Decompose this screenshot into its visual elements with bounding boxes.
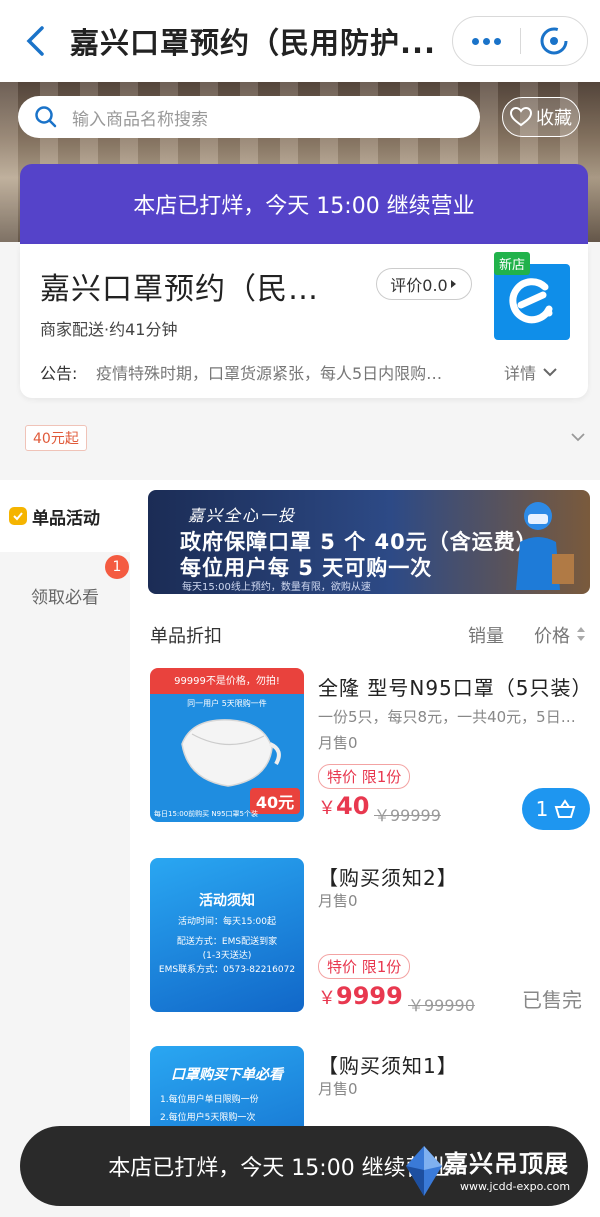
sort-arrows-icon [576, 627, 585, 641]
list-header: 单品折扣 销量 价格 [150, 622, 590, 652]
delivery-info: 商家配送·约41分钟 [40, 320, 178, 339]
shop-name: 嘉兴口罩预约（民… [40, 272, 319, 307]
more-dots-icon [472, 37, 479, 45]
price-value: 40 [336, 792, 370, 820]
promo-banner[interactable]: 嘉兴全心一投 政府保障口罩 5 个 40元（含运费） 每位用户每 5 天可购一次… [148, 490, 590, 594]
min-order-row: 40元起 [0, 410, 600, 468]
more-dots-icon [483, 37, 490, 45]
watermark-text: 嘉兴吊顶展 [444, 1150, 569, 1178]
discount-tag: 特价 限1份 [318, 954, 411, 979]
mask-icon [181, 719, 281, 787]
product-image: 99999不是价格，勿拍! 同一用户 5天限购一件 40元 每日15:00前购买… [150, 668, 304, 822]
product-desc: 一份5只，每只8元，一共40元，5日… [318, 708, 576, 726]
coupon-icon [9, 507, 27, 525]
thumb-line-1: 1.每位用户单日限购一份 [160, 1095, 259, 1105]
original-price: ￥99990 [408, 996, 475, 1015]
product-list-panel: 嘉兴全心一投 政府保障口罩 5 个 40元（含运费） 每位用户每 5 天可购一次… [130, 480, 600, 1217]
courier-illustration-icon [516, 502, 574, 590]
price-value: 9999 [336, 982, 403, 1010]
thumb-line-4: EMS联系方式：0573-82216072 [158, 965, 296, 975]
detail-label: 详情 [504, 364, 537, 383]
section-title: 单品折扣 [150, 626, 222, 647]
navigation-bar: 嘉兴口罩预约（民用防护... [0, 0, 600, 82]
thumb-title: 口罩购买下单必看 [171, 1067, 283, 1083]
currency-symbol: ￥ [318, 798, 336, 819]
sidebar-item-activity[interactable]: 单品活动 [0, 480, 130, 552]
chevron-left-icon [26, 26, 44, 56]
watermark-logo-icon [406, 1146, 442, 1196]
add-to-cart-button[interactable]: 1 [522, 788, 590, 830]
sort-price-label: 价格 [534, 626, 570, 647]
favorite-label: 收藏 [536, 108, 572, 129]
category-sidebar: 单品活动 领取必看 1 [0, 480, 130, 1217]
eleme-logo-icon [509, 278, 553, 324]
product-name: 全隆 型号N95口罩（5只装） [318, 676, 590, 700]
thumb-line-1: 活动时间：每天15:00起 [178, 917, 276, 927]
more-dots-icon [494, 37, 501, 45]
min-order-tag: 40元起 [25, 425, 87, 451]
sort-sales-button[interactable]: 销量 [468, 622, 504, 648]
thumb-line-2: 配送方式：EMS配送到家 [176, 937, 278, 947]
back-button[interactable] [0, 0, 70, 82]
thumb-line-2: 2.每位用户5天限购一次 [160, 1113, 256, 1123]
original-price: ￥99999 [374, 806, 441, 825]
search-input[interactable]: 输入商品名称搜索 [18, 96, 480, 138]
announcement-text: 疫情特殊时期，口罩货源紧张，每人5日内限购… [96, 364, 443, 383]
product-name: 【购买须知2】 [318, 866, 458, 890]
cart-icon [555, 799, 576, 818]
monthly-sales: 月售0 [318, 734, 358, 752]
thumb-sub-text: 同一用户 5天限购一件 [187, 699, 267, 708]
product-item[interactable]: 活动须知 活动时间：每天15:00起 配送方式：EMS配送到家 (1-3天送达)… [150, 858, 590, 1028]
thumb-top-text: 99999不是价格，勿拍! [174, 676, 280, 687]
shop-logo: 新店 [494, 252, 570, 340]
new-shop-badge: 新店 [494, 252, 531, 275]
shop-info-card: 嘉兴口罩预约（民… 评价0.0 商家配送·约41分钟 新店 公告: 疫情特殊时期… [20, 244, 588, 398]
product-name: 【购买须知1】 [318, 1054, 458, 1078]
product-price: ￥40 [318, 792, 369, 820]
eleme-logo [494, 264, 570, 340]
detail-button[interactable]: 详情 [504, 360, 558, 384]
search-placeholder: 输入商品名称搜索 [72, 109, 208, 130]
thumb-bottom-text: 每日15:00前购买 N95口罩5个装 [154, 810, 258, 818]
rating-label: 评价0.0 [390, 276, 448, 295]
currency-symbol: ￥ [318, 988, 336, 1009]
product-price: ￥9999 [318, 982, 403, 1010]
chevron-down-icon[interactable] [570, 432, 586, 442]
promo-line-1: 嘉兴全心一投 [188, 506, 297, 525]
count-badge: 1 [105, 555, 129, 579]
watermark: 嘉兴吊顶展 www.jcdd-expo.com [404, 1144, 594, 1204]
product-item[interactable]: 99999不是价格，勿拍! 同一用户 5天限购一件 40元 每日15:00前购买… [150, 668, 590, 838]
thumb-title: 活动须知 [199, 893, 255, 909]
favorite-button[interactable]: 收藏 [502, 97, 580, 137]
cart-count: 1 [535, 797, 549, 821]
watermark-url: www.jcdd-expo.com [460, 1180, 571, 1193]
sidebar-item-label: 领取必看 [31, 587, 99, 608]
close-button[interactable] [521, 16, 587, 66]
page-title: 嘉兴口罩预约（民用防护... [70, 26, 437, 60]
rating-button[interactable]: 评价0.0 [376, 268, 472, 300]
sold-out-label: 已售完 [522, 988, 582, 1012]
heart-icon [510, 107, 532, 127]
monthly-sales: 月售0 [318, 1080, 358, 1098]
sidebar-item-label: 单品活动 [32, 508, 100, 529]
thumb-line-3: (1-3天送达) [202, 951, 252, 961]
more-button[interactable] [453, 16, 520, 66]
discount-tag: 特价 限1份 [318, 764, 411, 789]
closed-notice-bar: 本店已打烊，今天 15:00 继续营业 [20, 164, 588, 244]
monthly-sales: 月售0 [318, 892, 358, 910]
close-circle-icon [540, 27, 568, 55]
product-image: 活动须知 活动时间：每天15:00起 配送方式：EMS配送到家 (1-3天送达)… [150, 858, 304, 1012]
chevron-down-icon [543, 368, 557, 377]
caret-right-icon [450, 280, 456, 288]
promo-line-4: 每天15:00线上预约，数量有限，欲购从速 [182, 582, 371, 593]
mini-program-capsule [452, 16, 588, 66]
sort-price-button[interactable]: 价格 [534, 622, 586, 648]
search-icon [35, 106, 57, 128]
announcement-label: 公告: [40, 364, 78, 383]
